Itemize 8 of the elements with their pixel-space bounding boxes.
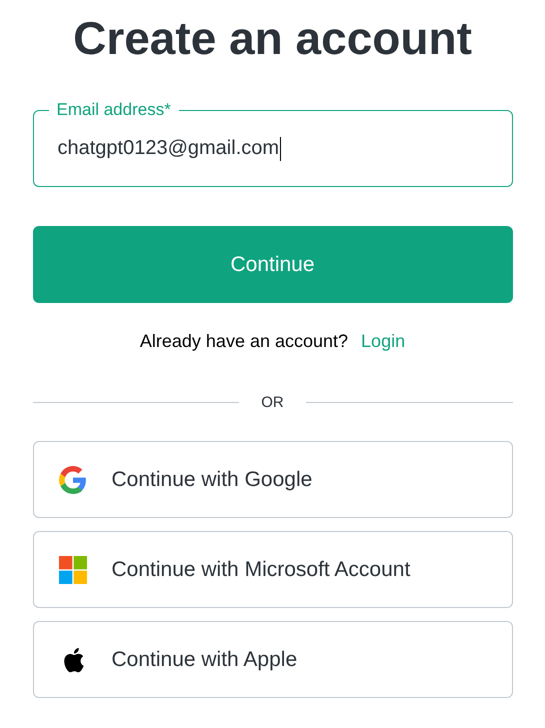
page-title: Create an account — [72, 11, 473, 66]
windows-logo-icon — [58, 556, 86, 584]
login-prompt: Already have an account? — [140, 331, 348, 352]
divider-label: OR — [260, 394, 285, 411]
social-login-button[interactable]: Continue with Google — [32, 441, 512, 518]
google-icon — [58, 466, 86, 494]
social-login-button[interactable]: Continue with Microsoft Account — [32, 531, 512, 608]
social-login-button[interactable]: Continue with Apple — [32, 621, 512, 698]
